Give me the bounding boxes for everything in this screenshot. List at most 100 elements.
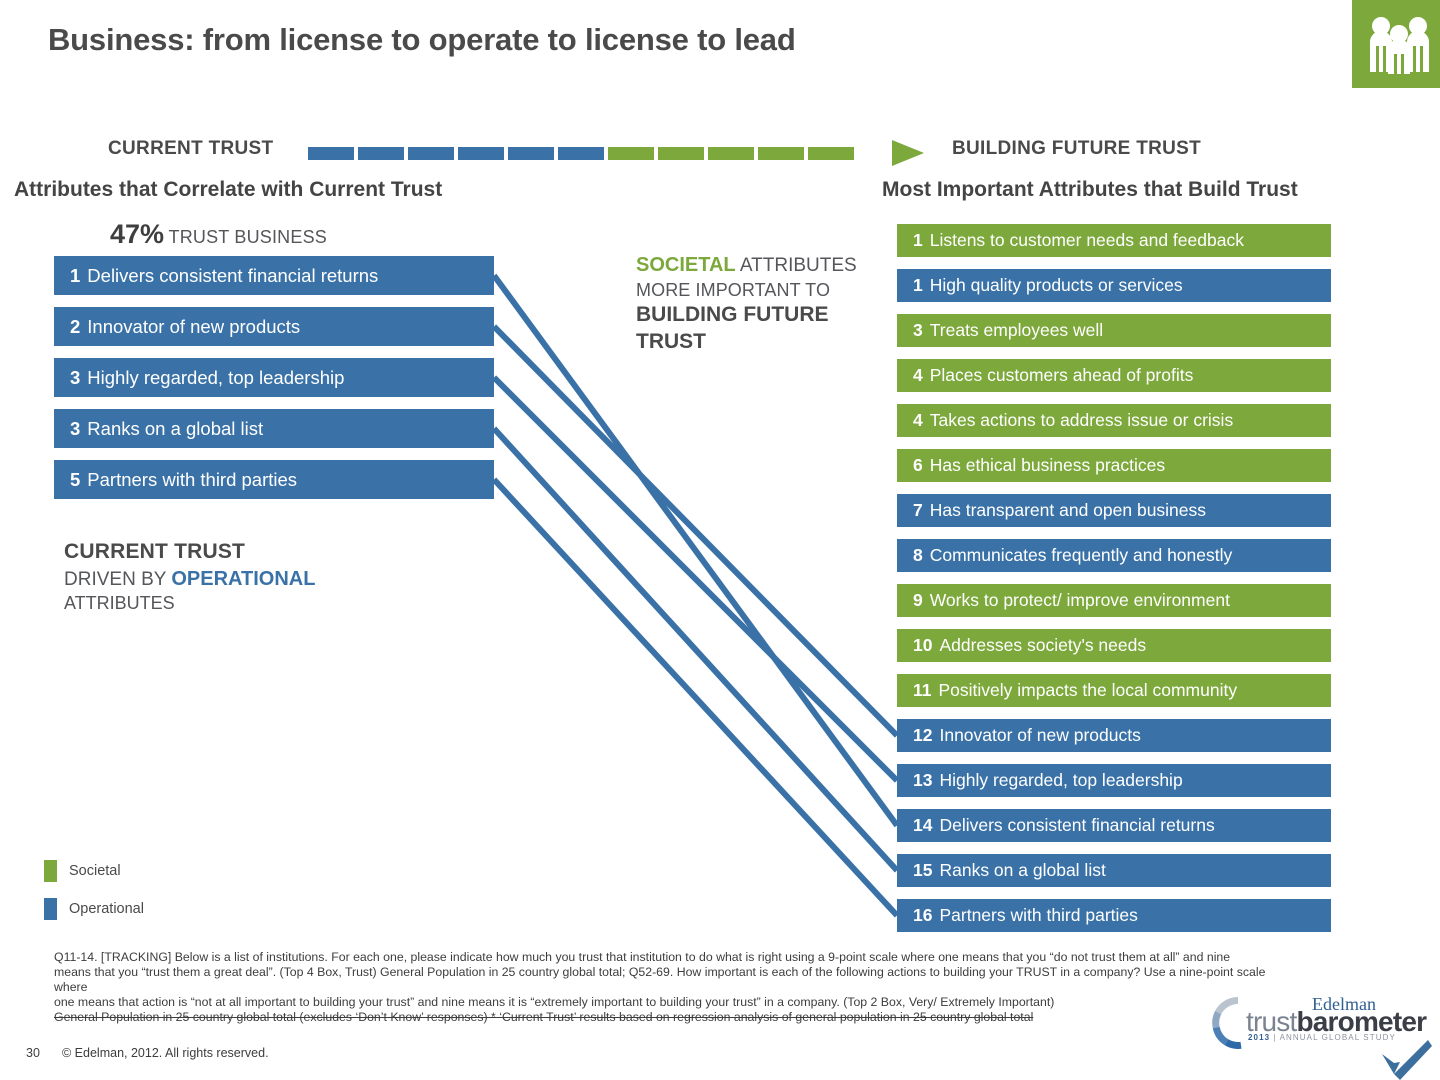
current-trust-callout: CURRENT TRUST DRIVEN BY OPERATIONAL ATTR… <box>64 538 315 616</box>
future-trust-attribute-row[interactable]: 14 Delivers consistent financial returns <box>897 809 1331 842</box>
arrow-dash-segment <box>758 147 804 160</box>
attribute-label: Delivers consistent financial returns <box>87 264 379 286</box>
attribute-label: High quality products or services <box>929 275 1183 295</box>
attribute-label: Listens to customer needs and feedback <box>929 230 1244 250</box>
footnote-line-5: General Population in 25 country global … <box>54 1010 1034 1024</box>
attribute-rank: 8 <box>913 545 923 565</box>
current-trust-attribute-row[interactable]: 3 Ranks on a global list <box>54 409 494 448</box>
future-trust-attribute-row[interactable]: 3 Treats employees well <box>897 314 1331 347</box>
legend-item: Operational <box>44 898 144 920</box>
attribute-label: Works to protect/ improve environment <box>929 590 1230 610</box>
legend-label: Societal <box>69 863 121 879</box>
attribute-label: Delivers consistent financial returns <box>939 815 1215 835</box>
attribute-label: Partners with third parties <box>939 905 1138 925</box>
attribute-rank: 14 <box>913 815 933 835</box>
attribute-rank: 4 <box>913 365 923 385</box>
future-trust-attribute-row[interactable]: 1 High quality products or services <box>897 269 1331 302</box>
societal-callout-line3: BUILDING FUTURE <box>636 302 829 326</box>
connector-line <box>491 375 900 783</box>
page-title: Business: from license to operate to lic… <box>48 22 796 57</box>
attribute-rank: 3 <box>70 366 81 388</box>
attribute-rank: 15 <box>913 860 933 880</box>
attribute-label: Ranks on a global list <box>939 860 1106 880</box>
attribute-label: Has ethical business practices <box>929 455 1166 475</box>
future-trust-attribute-row[interactable]: 10 Addresses society's needs <box>897 629 1331 662</box>
future-trust-attribute-row[interactable]: 12 Innovator of new products <box>897 719 1331 752</box>
societal-callout-line4: TRUST <box>636 329 706 353</box>
arrow-dash-segment <box>608 147 654 160</box>
attribute-label: Highly regarded, top leadership <box>939 770 1183 790</box>
connector-line <box>491 477 900 918</box>
connector-line <box>491 273 900 828</box>
arrow-dash-segment <box>408 147 454 160</box>
trust-business-stat: 47% TRUST BUSINESS <box>110 219 327 250</box>
attribute-label: Has transparent and open business <box>929 500 1207 520</box>
future-trust-attribute-row[interactable]: 15 Ranks on a global list <box>897 854 1331 887</box>
legend-label: Operational <box>69 901 144 917</box>
current-trust-attribute-row[interactable]: 1 Delivers consistent financial returns <box>54 256 494 295</box>
attribute-rank: 4 <box>913 410 923 430</box>
attribute-label: Partners with third parties <box>87 468 298 490</box>
attribute-rank: 3 <box>70 417 81 439</box>
attribute-label: Positively impacts the local community <box>938 680 1238 700</box>
societal-callout-line2: MORE IMPORTANT TO <box>636 279 831 300</box>
current-trust-attribute-row[interactable]: 3 Highly regarded, top leadership <box>54 358 494 397</box>
attribute-rank: 7 <box>913 500 923 520</box>
arrow-dash-segment <box>558 147 604 160</box>
attribute-rank: 1 <box>913 275 923 295</box>
current-trust-callout-line1: CURRENT TRUST <box>64 540 246 563</box>
future-trust-attribute-row[interactable]: 13 Highly regarded, top leadership <box>897 764 1331 797</box>
footnote-line-1: Q11-14. [TRACKING] Below is a list of in… <box>54 950 1231 964</box>
societal-callout: SOCIETAL ATTRIBUTES MORE IMPORTANT TO BU… <box>636 253 886 355</box>
copyright-notice: © Edelman, 2012. All rights reserved. <box>62 1046 269 1060</box>
survey-footnote: Q11-14. [TRACKING] Below is a list of in… <box>54 950 1374 1025</box>
arrow-dash-segment <box>308 147 354 160</box>
attribute-rank: 1 <box>913 230 923 250</box>
future-trust-attribute-row[interactable]: 7 Has transparent and open business <box>897 494 1331 527</box>
current-trust-attribute-row[interactable]: 2 Innovator of new products <box>54 307 494 346</box>
attribute-rank: 16 <box>913 905 933 925</box>
future-trust-attribute-row[interactable]: 1 Listens to customer needs and feedback <box>897 224 1331 257</box>
trust-percent-label: TRUST BUSINESS <box>168 227 327 247</box>
societal-callout-societal: SOCIETAL <box>636 254 736 276</box>
attribute-label: Communicates frequently and honestly <box>929 545 1233 565</box>
connector-line <box>491 426 900 873</box>
attribute-rank: 9 <box>913 590 923 610</box>
attribute-label: Ranks on a global list <box>87 417 264 439</box>
attribute-label: Innovator of new products <box>939 725 1141 745</box>
legend-swatch-icon <box>44 860 57 882</box>
trust-percent-value: 47% <box>110 219 165 249</box>
future-trust-attribute-row[interactable]: 8 Communicates frequently and honestly <box>897 539 1331 572</box>
attribute-label: Innovator of new products <box>87 315 301 337</box>
page-number: 30 <box>26 1046 40 1060</box>
left-column-heading: Attributes that Correlate with Current T… <box>14 178 443 201</box>
future-trust-attribute-row[interactable]: 11 Positively impacts the local community <box>897 674 1331 707</box>
attribute-rank: 1 <box>70 264 81 286</box>
logo-year: 2013 <box>1248 1033 1271 1042</box>
future-trust-attribute-list: 1 Listens to customer needs and feedback 1… <box>897 224 1331 944</box>
arrow-dash-segment <box>708 147 754 160</box>
attribute-rank: 3 <box>913 320 923 340</box>
arrow-dash-segment <box>658 147 704 160</box>
footnote-line-4: one means that action is “not at all imp… <box>54 995 1055 1009</box>
arrow-dash-segment <box>508 147 554 160</box>
arrow-dash-segment <box>358 147 404 160</box>
future-trust-attribute-row[interactable]: 6 Has ethical business practices <box>897 449 1331 482</box>
future-trust-attribute-row[interactable]: 9 Works to protect/ improve environment <box>897 584 1331 617</box>
blue-checkmark-icon <box>1382 1040 1432 1080</box>
right-column-heading: Most Important Attributes that Build Tru… <box>882 178 1298 201</box>
future-trust-attribute-row[interactable]: 16 Partners with third parties <box>897 899 1331 932</box>
color-legend: Societal Operational <box>44 860 144 936</box>
attribute-rank: 11 <box>913 680 932 700</box>
edelman-people-logo-icon <box>1352 0 1440 88</box>
arrow-dash-segment <box>458 147 504 160</box>
current-trust-attribute-list: 1 Delivers consistent financial returns 2 I… <box>54 256 494 511</box>
current-trust-callout-line2: DRIVEN BY OPERATIONAL <box>64 566 315 592</box>
attribute-rank: 6 <box>913 455 923 475</box>
future-trust-attribute-row[interactable]: 4 Places customers ahead of profits <box>897 359 1331 392</box>
future-trust-attribute-row[interactable]: 4 Takes actions to address issue or crisi… <box>897 404 1331 437</box>
attribute-label: Places customers ahead of profits <box>929 365 1194 385</box>
attribute-rank: 5 <box>70 468 81 490</box>
current-trust-attribute-row[interactable]: 5 Partners with third parties <box>54 460 494 499</box>
current-trust-callout-line2-pre: DRIVEN BY <box>64 568 172 590</box>
